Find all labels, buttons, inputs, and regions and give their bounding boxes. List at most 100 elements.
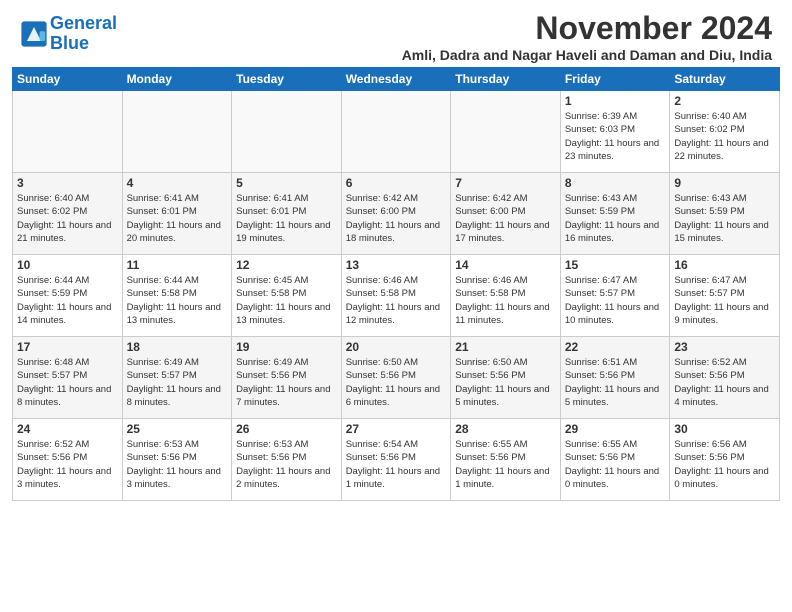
day-number: 16 (674, 258, 775, 272)
day-number: 20 (346, 340, 447, 354)
weekday-header-saturday: Saturday (670, 68, 780, 91)
day-number: 12 (236, 258, 337, 272)
day-number: 19 (236, 340, 337, 354)
calendar-cell: 11 Sunrise: 6:44 AM Sunset: 5:58 PM Dayli… (122, 255, 232, 337)
week-row-3: 10 Sunrise: 6:44 AM Sunset: 5:59 PM Dayli… (13, 255, 780, 337)
calendar-cell: 7 Sunrise: 6:42 AM Sunset: 6:00 PM Daylig… (451, 173, 561, 255)
day-number: 28 (455, 422, 556, 436)
day-info: Sunrise: 6:44 AM Sunset: 5:59 PM Dayligh… (17, 274, 118, 327)
day-number: 22 (565, 340, 666, 354)
logo-icon (20, 20, 48, 48)
calendar-cell: 27 Sunrise: 6:54 AM Sunset: 5:56 PM Dayli… (341, 419, 451, 501)
calendar-cell: 28 Sunrise: 6:55 AM Sunset: 5:56 PM Dayli… (451, 419, 561, 501)
day-number: 10 (17, 258, 118, 272)
calendar-cell: 16 Sunrise: 6:47 AM Sunset: 5:57 PM Dayli… (670, 255, 780, 337)
title-block: November 2024 Amli, Dadra and Nagar Have… (402, 10, 772, 63)
weekday-header-row: SundayMondayTuesdayWednesdayThursdayFrid… (13, 68, 780, 91)
calendar-cell (232, 91, 342, 173)
week-row-4: 17 Sunrise: 6:48 AM Sunset: 5:57 PM Dayli… (13, 337, 780, 419)
calendar-cell: 4 Sunrise: 6:41 AM Sunset: 6:01 PM Daylig… (122, 173, 232, 255)
weekday-header-sunday: Sunday (13, 68, 123, 91)
calendar-cell: 25 Sunrise: 6:53 AM Sunset: 5:56 PM Dayli… (122, 419, 232, 501)
day-info: Sunrise: 6:55 AM Sunset: 5:56 PM Dayligh… (455, 438, 556, 491)
day-number: 4 (127, 176, 228, 190)
day-info: Sunrise: 6:40 AM Sunset: 6:02 PM Dayligh… (17, 192, 118, 245)
day-info: Sunrise: 6:50 AM Sunset: 5:56 PM Dayligh… (455, 356, 556, 409)
calendar-cell: 17 Sunrise: 6:48 AM Sunset: 5:57 PM Dayli… (13, 337, 123, 419)
day-info: Sunrise: 6:43 AM Sunset: 5:59 PM Dayligh… (674, 192, 775, 245)
day-number: 23 (674, 340, 775, 354)
calendar-cell: 8 Sunrise: 6:43 AM Sunset: 5:59 PM Daylig… (560, 173, 670, 255)
day-number: 18 (127, 340, 228, 354)
calendar-cell: 29Sunrise: 6:55 AM Sunset: 5:56 PM Dayli… (560, 419, 670, 501)
day-info: Sunrise: 6:43 AM Sunset: 5:59 PM Dayligh… (565, 192, 666, 245)
calendar-cell: 23 Sunrise: 6:52 AM Sunset: 5:56 PM Dayli… (670, 337, 780, 419)
weekday-header-wednesday: Wednesday (341, 68, 451, 91)
calendar-cell: 22 Sunrise: 6:51 AM Sunset: 5:56 PM Dayli… (560, 337, 670, 419)
day-number: 30 (674, 422, 775, 436)
calendar-cell: 19 Sunrise: 6:49 AM Sunset: 5:56 PM Dayli… (232, 337, 342, 419)
day-info: Sunrise: 6:49 AM Sunset: 5:56 PM Dayligh… (236, 356, 337, 409)
day-info: Sunrise: 6:54 AM Sunset: 5:56 PM Dayligh… (346, 438, 447, 491)
day-number: 17 (17, 340, 118, 354)
day-number: 8 (565, 176, 666, 190)
day-info: Sunrise: 6:39 AM Sunset: 6:03 PM Dayligh… (565, 110, 666, 163)
day-info: Sunrise: 6:48 AM Sunset: 5:57 PM Dayligh… (17, 356, 118, 409)
calendar-cell: 30 Sunrise: 6:56 AM Sunset: 5:56 PM Dayli… (670, 419, 780, 501)
calendar-cell: 1Sunrise: 6:39 AM Sunset: 6:03 PM Daylig… (560, 91, 670, 173)
day-info: Sunrise: 6:46 AM Sunset: 5:58 PM Dayligh… (346, 274, 447, 327)
calendar-cell (341, 91, 451, 173)
day-info: Sunrise: 6:53 AM Sunset: 5:56 PM Dayligh… (236, 438, 337, 491)
weekday-header-monday: Monday (122, 68, 232, 91)
month-title: November 2024 (402, 10, 772, 47)
day-info: Sunrise: 6:42 AM Sunset: 6:00 PM Dayligh… (346, 192, 447, 245)
day-info: Sunrise: 6:46 AM Sunset: 5:58 PM Dayligh… (455, 274, 556, 327)
weekday-header-thursday: Thursday (451, 68, 561, 91)
day-number: 29 (565, 422, 666, 436)
calendar-cell: 5 Sunrise: 6:41 AM Sunset: 6:01 PM Daylig… (232, 173, 342, 255)
calendar-cell: 24 Sunrise: 6:52 AM Sunset: 5:56 PM Dayli… (13, 419, 123, 501)
calendar-cell (13, 91, 123, 173)
day-number: 24 (17, 422, 118, 436)
logo-general: General (50, 13, 117, 33)
day-number: 25 (127, 422, 228, 436)
day-number: 26 (236, 422, 337, 436)
day-info: Sunrise: 6:56 AM Sunset: 5:56 PM Dayligh… (674, 438, 775, 491)
day-info: Sunrise: 6:45 AM Sunset: 5:58 PM Dayligh… (236, 274, 337, 327)
day-number: 21 (455, 340, 556, 354)
day-number: 7 (455, 176, 556, 190)
day-number: 3 (17, 176, 118, 190)
calendar-table: SundayMondayTuesdayWednesdayThursdayFrid… (12, 67, 780, 501)
day-info: Sunrise: 6:47 AM Sunset: 5:57 PM Dayligh… (565, 274, 666, 327)
day-number: 27 (346, 422, 447, 436)
day-number: 15 (565, 258, 666, 272)
calendar-cell: 14Sunrise: 6:46 AM Sunset: 5:58 PM Dayli… (451, 255, 561, 337)
day-info: Sunrise: 6:52 AM Sunset: 5:56 PM Dayligh… (17, 438, 118, 491)
day-info: Sunrise: 6:41 AM Sunset: 6:01 PM Dayligh… (127, 192, 228, 245)
day-number: 9 (674, 176, 775, 190)
day-info: Sunrise: 6:44 AM Sunset: 5:58 PM Dayligh… (127, 274, 228, 327)
day-number: 11 (127, 258, 228, 272)
day-info: Sunrise: 6:40 AM Sunset: 6:02 PM Dayligh… (674, 110, 775, 163)
day-info: Sunrise: 6:53 AM Sunset: 5:56 PM Dayligh… (127, 438, 228, 491)
calendar-cell: 12 Sunrise: 6:45 AM Sunset: 5:58 PM Dayli… (232, 255, 342, 337)
day-info: Sunrise: 6:47 AM Sunset: 5:57 PM Dayligh… (674, 274, 775, 327)
day-info: Sunrise: 6:41 AM Sunset: 6:01 PM Dayligh… (236, 192, 337, 245)
calendar-cell: 26 Sunrise: 6:53 AM Sunset: 5:56 PM Dayli… (232, 419, 342, 501)
logo-blue: Blue (50, 33, 89, 53)
page-header: General Blue November 2024 Amli, Dadra a… (0, 0, 792, 67)
day-number: 5 (236, 176, 337, 190)
day-info: Sunrise: 6:51 AM Sunset: 5:56 PM Dayligh… (565, 356, 666, 409)
day-info: Sunrise: 6:52 AM Sunset: 5:56 PM Dayligh… (674, 356, 775, 409)
day-info: Sunrise: 6:49 AM Sunset: 5:57 PM Dayligh… (127, 356, 228, 409)
week-row-5: 24 Sunrise: 6:52 AM Sunset: 5:56 PM Dayli… (13, 419, 780, 501)
logo: General Blue (20, 14, 117, 54)
calendar-cell: 9 Sunrise: 6:43 AM Sunset: 5:59 PM Daylig… (670, 173, 780, 255)
calendar-cell: 20Sunrise: 6:50 AM Sunset: 5:56 PM Dayli… (341, 337, 451, 419)
week-row-1: 1Sunrise: 6:39 AM Sunset: 6:03 PM Daylig… (13, 91, 780, 173)
calendar-cell: 3 Sunrise: 6:40 AM Sunset: 6:02 PM Daylig… (13, 173, 123, 255)
day-number: 6 (346, 176, 447, 190)
day-info: Sunrise: 6:42 AM Sunset: 6:00 PM Dayligh… (455, 192, 556, 245)
calendar-cell: 15 Sunrise: 6:47 AM Sunset: 5:57 PM Dayli… (560, 255, 670, 337)
logo-text: General Blue (50, 14, 117, 54)
